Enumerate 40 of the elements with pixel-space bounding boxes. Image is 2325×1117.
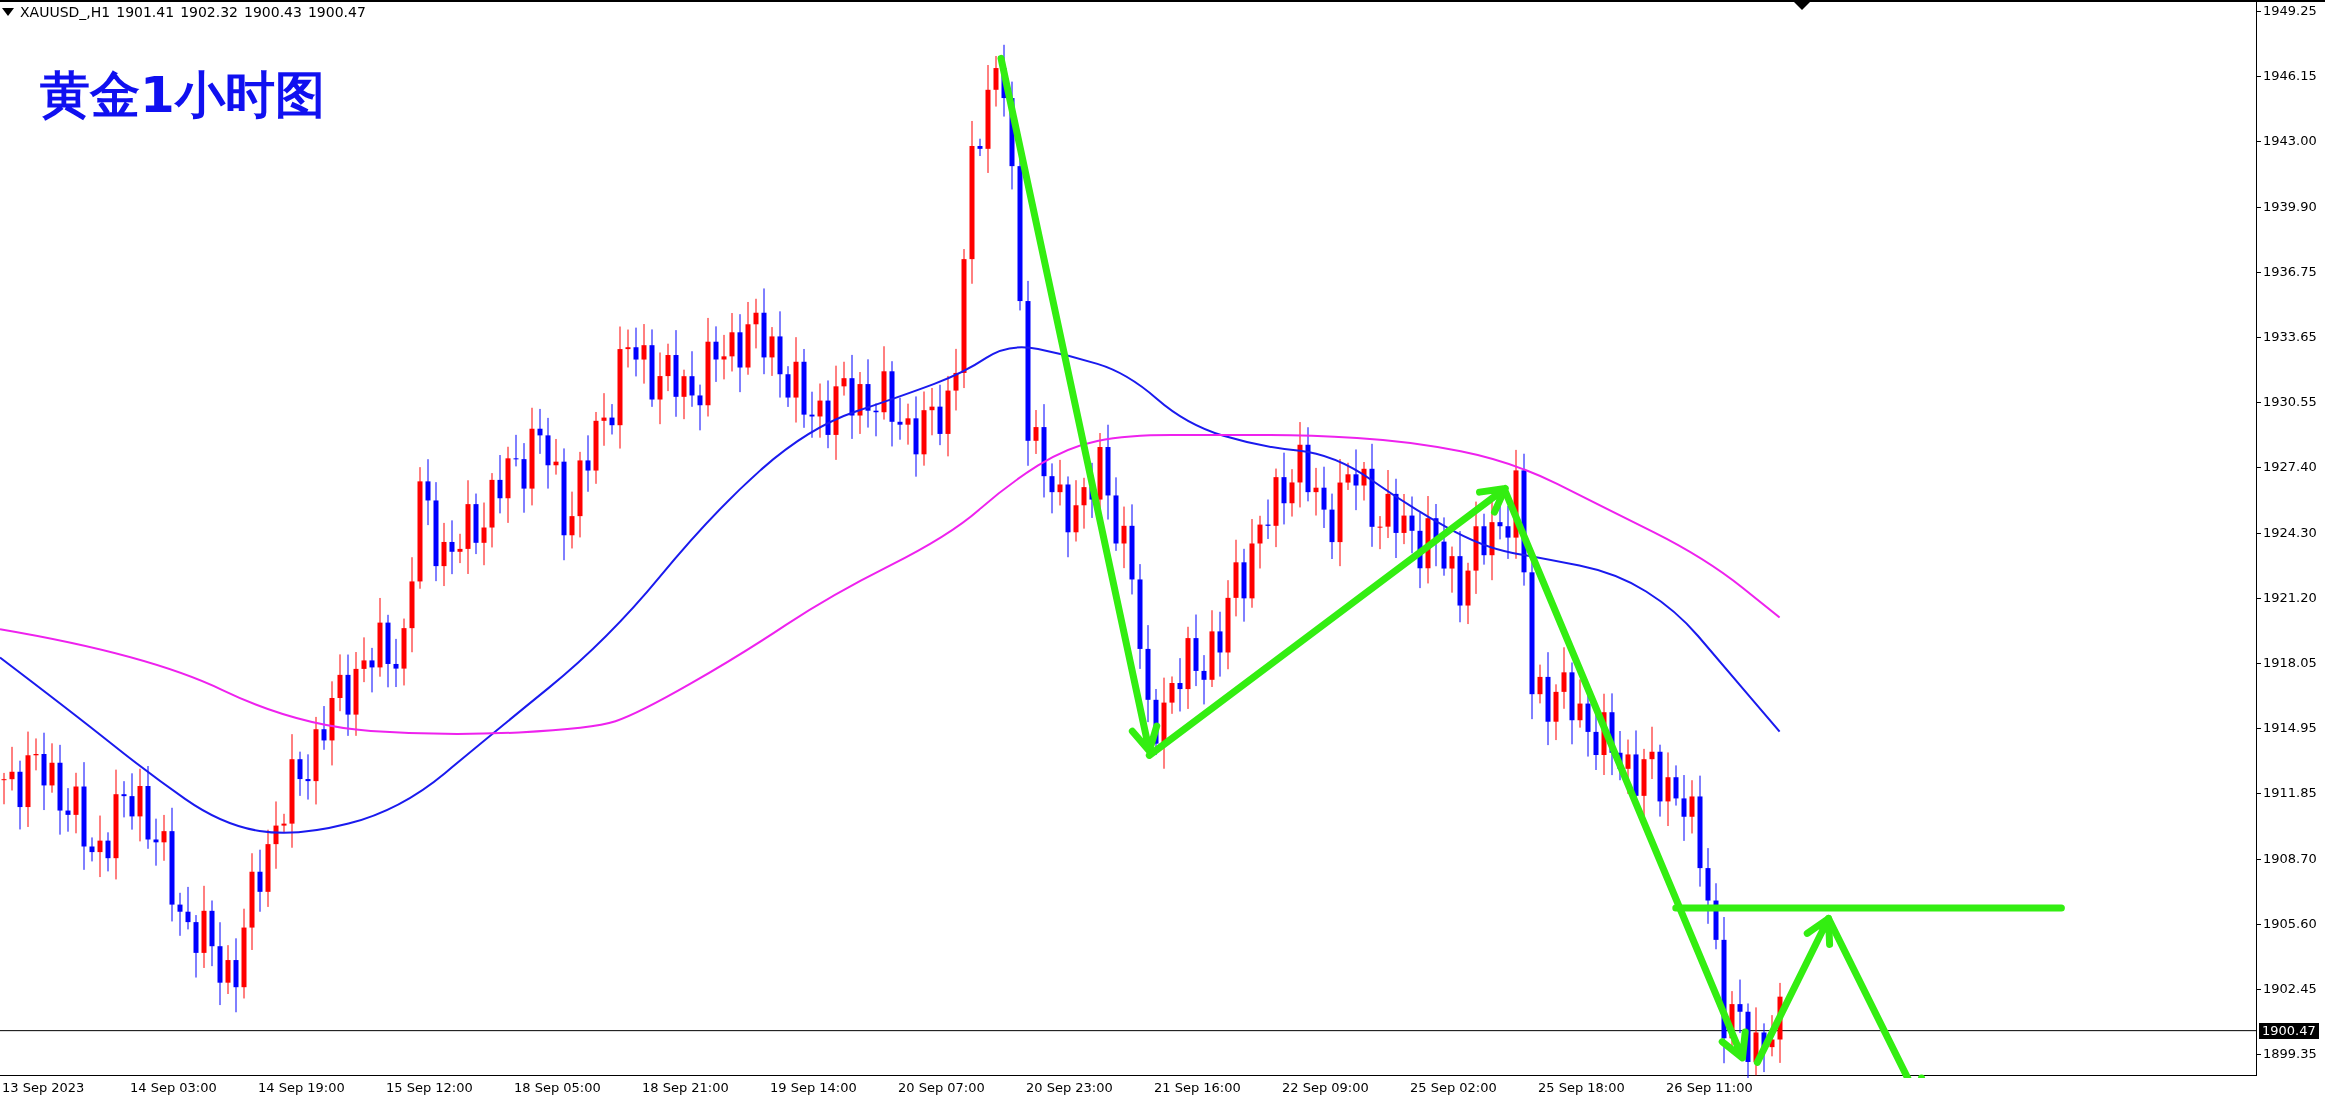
price-label: 1949.25 — [2263, 3, 2317, 19]
time-label: 14 Sep 19:00 — [257, 1079, 346, 1096]
price-label: 1930.55 — [2263, 394, 2317, 411]
current-price-label: 1900.47 — [2259, 1022, 2319, 1039]
price-label: 1939.90 — [2263, 198, 2317, 215]
time-label: 25 Sep 18:00 — [1537, 1079, 1626, 1096]
price-label: 1933.65 — [2263, 329, 2317, 345]
price-label: 1921.20 — [2263, 589, 2317, 606]
time-label: 15 Sep 12:00 — [385, 1079, 474, 1096]
price-label: 1911.85 — [2263, 785, 2317, 802]
time-label: 20 Sep 07:00 — [897, 1079, 986, 1096]
price-label: 1946.15 — [2263, 68, 2317, 85]
price-label: 1943.00 — [2263, 133, 2317, 150]
time-label: 18 Sep 05:00 — [513, 1079, 602, 1096]
price-label: 1924.30 — [2263, 524, 2317, 541]
dropdown-triangle-icon[interactable] — [2, 8, 14, 16]
symbol-label: XAUUSD_,H1 — [20, 4, 111, 20]
price-label: 1905.60 — [2263, 915, 2317, 932]
price-label: 1899.35 — [2263, 1046, 2317, 1063]
price-label: 1914.95 — [2263, 720, 2317, 737]
time-label: 22 Sep 09:00 — [1281, 1079, 1370, 1096]
time-label: 14 Sep 03:00 — [129, 1079, 218, 1096]
price-label: 1902.45 — [2263, 981, 2317, 997]
time-label: 21 Sep 16:00 — [1153, 1079, 1242, 1096]
time-label: 25 Sep 02:00 — [1409, 1079, 1498, 1096]
time-label: 13 Sep 2023 — [1, 1079, 86, 1096]
price-label: 1918.05 — [2263, 655, 2317, 671]
price-label: 1908.70 — [2263, 850, 2317, 867]
time-label: 26 Sep 11:00 — [1665, 1079, 1754, 1096]
time-label: 20 Sep 23:00 — [1025, 1079, 1114, 1096]
ohlc-value: 1902.32 — [180, 4, 239, 20]
chart-title: 黄金1小时图 — [40, 65, 325, 126]
time-label: 19 Sep 14:00 — [769, 1079, 858, 1096]
ohlc-value: 1901.41 — [116, 4, 175, 20]
ohlc-value: 1900.47 — [307, 4, 366, 20]
shift-marker-icon[interactable] — [1794, 2, 1810, 10]
price-label: 1936.75 — [2263, 263, 2317, 280]
price-label: 1927.40 — [2263, 459, 2317, 476]
time-label: 18 Sep 21:00 — [641, 1079, 730, 1096]
ohlc-value: 1900.43 — [244, 4, 302, 20]
